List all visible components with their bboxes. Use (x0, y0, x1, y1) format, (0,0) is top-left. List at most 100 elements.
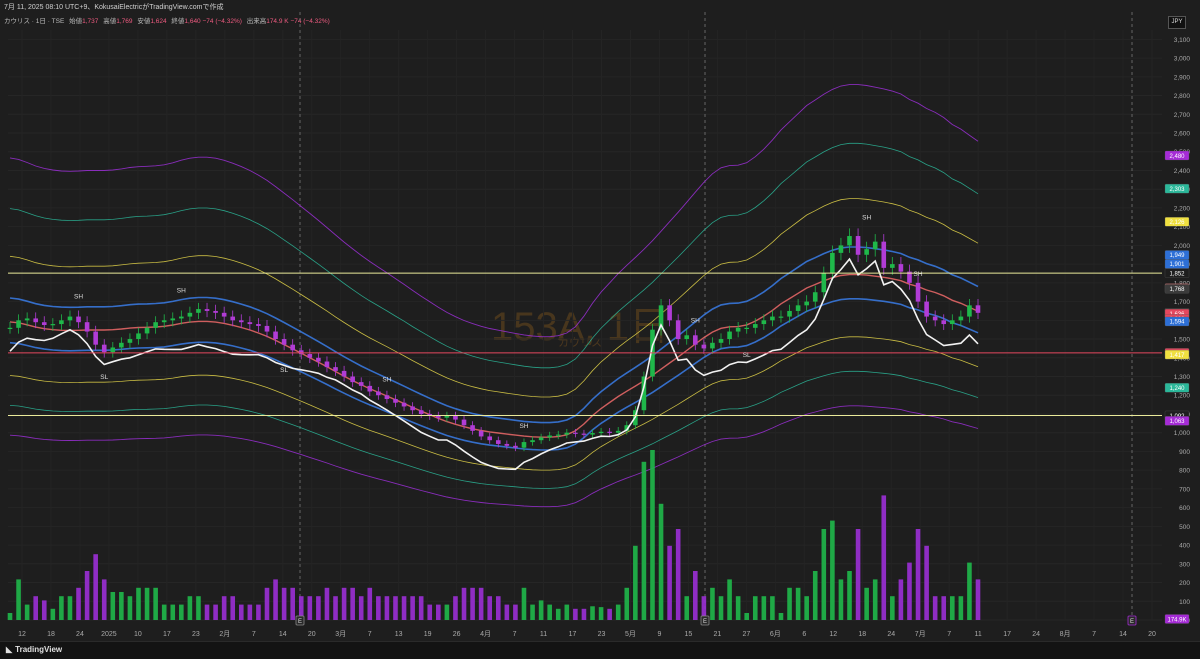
candle-body[interactable] (598, 431, 604, 434)
candle-body[interactable] (384, 395, 390, 399)
candle-body[interactable] (50, 324, 56, 326)
candle-body[interactable] (256, 324, 261, 326)
candle-body[interactable] (667, 305, 672, 321)
price-chart-canvas[interactable]: 153A, 1日 カウリス SHSLSHSLSHSHSHSLSHSHE E E 3,… (0, 0, 1200, 641)
candle-body[interactable] (727, 331, 732, 340)
candle-body[interactable] (932, 316, 938, 321)
candle-body[interactable] (213, 310, 218, 313)
candle-body[interactable] (530, 440, 535, 443)
candle-body[interactable] (179, 316, 184, 319)
candle-body[interactable] (821, 273, 827, 293)
candle-body[interactable] (958, 316, 964, 321)
candle-body[interactable] (744, 327, 750, 330)
candle-body[interactable] (33, 318, 38, 323)
candle-body[interactable] (67, 316, 73, 321)
candle-body[interactable] (59, 320, 64, 325)
candle-body[interactable] (7, 327, 13, 330)
candle-body[interactable] (607, 431, 612, 433)
candle-body[interactable] (393, 398, 398, 403)
candle-body[interactable] (119, 342, 124, 348)
candle-body[interactable] (830, 252, 835, 274)
candle-body[interactable] (761, 320, 767, 325)
candle-body[interactable] (967, 305, 972, 317)
candle-body[interactable] (410, 406, 415, 411)
candle-body[interactable] (110, 347, 116, 353)
candle-body[interactable] (538, 437, 544, 441)
candle-body[interactable] (376, 391, 381, 396)
candle-body[interactable] (161, 320, 167, 323)
candle-body[interactable] (564, 432, 570, 435)
candle-body[interactable] (855, 236, 861, 255)
candle-body[interactable] (684, 335, 690, 340)
candle-body[interactable] (187, 312, 193, 317)
candle-body[interactable] (350, 376, 355, 383)
candle-body[interactable] (555, 434, 561, 436)
candle-body[interactable] (872, 241, 878, 250)
candle-body[interactable] (41, 322, 47, 325)
candle-body[interactable] (290, 344, 295, 351)
candle-body[interactable] (675, 320, 681, 340)
candle-body[interactable] (273, 331, 278, 340)
candle-body[interactable] (487, 436, 493, 441)
candle-body[interactable] (333, 367, 338, 371)
candle-body[interactable] (581, 433, 587, 435)
candle-body[interactable] (418, 410, 424, 414)
candle-body[interactable] (521, 442, 527, 448)
candle-body[interactable] (84, 322, 90, 332)
candle-body[interactable] (170, 318, 176, 321)
candle-body[interactable] (196, 309, 201, 313)
candle-body[interactable] (864, 249, 869, 255)
candle-body[interactable] (230, 316, 236, 321)
candle-body[interactable] (204, 309, 210, 311)
candle-body[interactable] (358, 382, 364, 386)
candle-body[interactable] (573, 432, 578, 434)
candle-body[interactable] (470, 425, 475, 431)
candle-body[interactable] (701, 344, 707, 349)
candle-body[interactable] (735, 327, 741, 332)
candle-body[interactable] (881, 241, 887, 268)
candle-body[interactable] (547, 435, 552, 438)
candle-body[interactable] (264, 325, 270, 332)
candle-body[interactable] (812, 292, 818, 302)
candle-body[interactable] (16, 320, 21, 328)
candle-body[interactable] (444, 415, 450, 418)
candle-body[interactable] (461, 419, 467, 426)
candle-body[interactable] (898, 264, 904, 272)
candle-body[interactable] (136, 333, 141, 340)
candle-body[interactable] (975, 305, 981, 313)
candle-body[interactable] (710, 342, 715, 349)
candle-body[interactable] (367, 385, 373, 392)
candle-body[interactable] (298, 350, 304, 355)
candle-body[interactable] (950, 320, 955, 325)
candle-body[interactable] (513, 445, 518, 448)
candle-body[interactable] (718, 339, 724, 343)
candle-body[interactable] (915, 282, 921, 302)
candle-body[interactable] (238, 320, 244, 323)
candle-body[interactable] (615, 430, 621, 433)
candle-body[interactable] (453, 415, 458, 420)
candle-body[interactable] (590, 433, 595, 435)
candle-body[interactable] (436, 415, 441, 418)
candle-body[interactable] (770, 316, 775, 321)
candle-body[interactable] (941, 320, 947, 325)
candle-body[interactable] (281, 339, 287, 345)
candle-body[interactable] (316, 357, 321, 362)
candle-body[interactable] (752, 324, 758, 328)
candle-body[interactable] (24, 318, 30, 321)
candle-body[interactable] (504, 443, 510, 446)
candle-body[interactable] (93, 331, 98, 345)
candle-body[interactable] (804, 301, 809, 306)
candle-body[interactable] (101, 344, 107, 353)
candle-body[interactable] (924, 301, 929, 317)
candle-body[interactable] (247, 322, 253, 325)
candle-body[interactable] (401, 402, 407, 407)
candle-body[interactable] (127, 339, 133, 343)
tradingview-logo[interactable]: ◣ TradingView (6, 645, 62, 654)
candle-body[interactable] (787, 310, 792, 317)
candle-body[interactable] (778, 316, 784, 318)
candle-body[interactable] (478, 430, 484, 437)
candle-body[interactable] (890, 264, 895, 268)
candle-body[interactable] (324, 361, 330, 368)
candle-body[interactable] (76, 316, 81, 323)
candle-body[interactable] (693, 335, 698, 345)
